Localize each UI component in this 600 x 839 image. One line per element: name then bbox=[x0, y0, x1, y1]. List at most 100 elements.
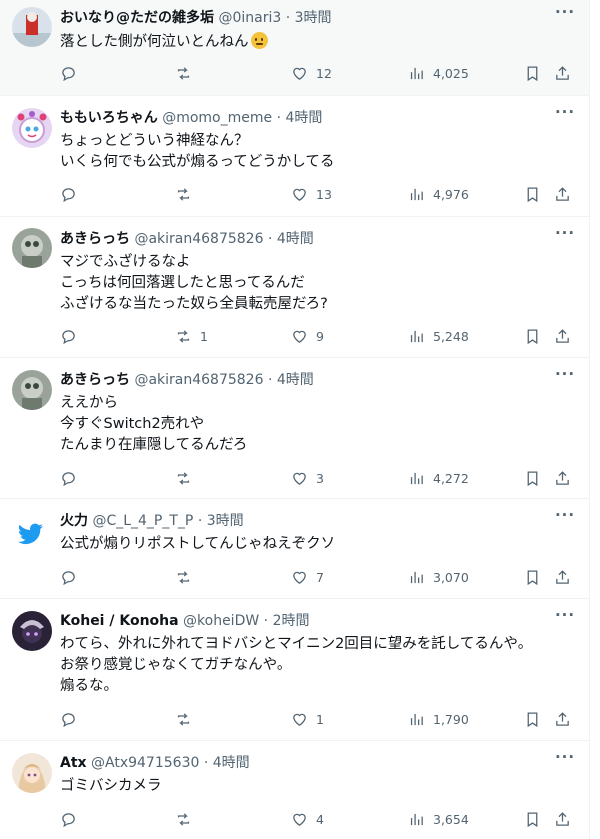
reply-button[interactable] bbox=[60, 63, 85, 83]
share-button[interactable] bbox=[554, 326, 579, 346]
display-name[interactable]: Atx bbox=[60, 755, 87, 771]
bookmark-button[interactable] bbox=[524, 63, 549, 83]
retweet-button[interactable] bbox=[175, 184, 200, 204]
reply-button[interactable] bbox=[60, 326, 85, 346]
tweet[interactable]: Atx @Atx94715630 · 4時間 ··· ゴミバシカメラ 4 3,6… bbox=[0, 741, 589, 839]
user-handle[interactable]: @Atx94715630 bbox=[91, 755, 199, 771]
user-handle[interactable]: @koheiDW bbox=[183, 613, 259, 629]
like-button[interactable]: 13 bbox=[291, 184, 332, 204]
tweet[interactable]: あきらっち @akiran46875826 · 4時間 ··· マジでふざけるな… bbox=[0, 217, 589, 358]
separator: · bbox=[276, 110, 282, 126]
views-button[interactable]: 4,025 bbox=[408, 63, 469, 83]
user-handle[interactable]: @C_L_4_P_T_P bbox=[92, 513, 193, 529]
avatar[interactable] bbox=[12, 228, 52, 268]
timestamp[interactable]: 4時間 bbox=[213, 755, 250, 771]
more-options-icon[interactable]: ··· bbox=[554, 367, 576, 388]
more-options-icon[interactable]: ··· bbox=[554, 608, 576, 629]
bookmark-icon bbox=[527, 470, 538, 486]
tweet[interactable]: Kohei / Konoha @koheiDW · 2時間 ··· わてら、外れ… bbox=[0, 599, 589, 741]
tweet-text: マジでふざけるなよ こっちは何回落選したと思ってるんだ ふざけるな当たった奴ら全… bbox=[60, 252, 328, 315]
like-button[interactable]: 9 bbox=[291, 326, 324, 346]
share-button[interactable] bbox=[554, 709, 579, 729]
tweet-header: おいなり@ただの雑多垢 @0inari3 · 3時間 bbox=[60, 8, 332, 28]
tweet-line: たんまり在庫隠してるんだろ bbox=[60, 437, 248, 453]
reply-button[interactable] bbox=[60, 709, 85, 729]
timestamp[interactable]: 2時間 bbox=[273, 613, 310, 629]
bookmark-button[interactable] bbox=[524, 468, 549, 488]
display-name[interactable]: あきらっち bbox=[60, 231, 130, 247]
retweet-icon bbox=[177, 187, 190, 201]
timestamp[interactable]: 3時間 bbox=[207, 513, 244, 529]
views-button[interactable]: 3,654 bbox=[408, 809, 469, 829]
heart-icon bbox=[293, 188, 306, 201]
avatar[interactable] bbox=[12, 108, 52, 148]
views-button[interactable]: 1,790 bbox=[408, 709, 469, 729]
bookmark-button[interactable] bbox=[524, 709, 549, 729]
tweet[interactable]: おいなり@ただの雑多垢 @0inari3 · 3時間 ··· 落とした側が何泣い… bbox=[0, 0, 589, 96]
retweet-button[interactable] bbox=[175, 809, 200, 829]
like-button[interactable]: 7 bbox=[291, 567, 324, 587]
timestamp[interactable]: 4時間 bbox=[277, 231, 314, 247]
more-options-icon[interactable]: ··· bbox=[554, 226, 576, 247]
user-handle[interactable]: @akiran46875826 bbox=[134, 372, 263, 388]
user-handle[interactable]: @akiran46875826 bbox=[134, 231, 263, 247]
bookmark-button[interactable] bbox=[524, 567, 549, 587]
reply-button[interactable] bbox=[60, 468, 85, 488]
more-options-icon[interactable]: ··· bbox=[554, 508, 576, 529]
share-button[interactable] bbox=[554, 184, 579, 204]
user-handle[interactable]: @0inari3 bbox=[218, 10, 281, 26]
display-name[interactable]: おいなり@ただの雑多垢 bbox=[60, 10, 214, 26]
views-button[interactable]: 5,248 bbox=[408, 326, 469, 346]
user-handle[interactable]: @momo_meme bbox=[162, 110, 272, 126]
share-button[interactable] bbox=[554, 468, 579, 488]
reply-button[interactable] bbox=[60, 809, 85, 829]
avatar[interactable] bbox=[12, 7, 52, 47]
tweet-line: マジでふざけるなよ bbox=[60, 254, 191, 270]
avatar[interactable] bbox=[12, 370, 52, 410]
views-button[interactable]: 4,976 bbox=[408, 184, 469, 204]
reply-button[interactable] bbox=[60, 567, 85, 587]
timestamp[interactable]: 4時間 bbox=[277, 372, 314, 388]
avatar[interactable] bbox=[12, 753, 52, 793]
views-button[interactable]: 3,070 bbox=[408, 567, 469, 587]
timestamp[interactable]: 4時間 bbox=[285, 110, 322, 126]
tweet[interactable]: ももいろちゃん @momo_meme · 4時間 ··· ちょっとどういう神経な… bbox=[0, 96, 589, 217]
avatar[interactable] bbox=[12, 513, 52, 553]
like-button[interactable]: 3 bbox=[291, 468, 324, 488]
retweet-button[interactable]: 1 bbox=[175, 326, 208, 346]
bookmark-button[interactable] bbox=[524, 326, 549, 346]
timestamp[interactable]: 3時間 bbox=[295, 10, 332, 26]
like-count: 7 bbox=[316, 569, 324, 585]
retweet-button[interactable] bbox=[175, 709, 200, 729]
display-name[interactable]: ももいろちゃん bbox=[60, 110, 158, 126]
display-name[interactable]: Kohei / Konoha bbox=[60, 613, 179, 629]
retweet-button[interactable] bbox=[175, 468, 200, 488]
separator: · bbox=[263, 613, 269, 629]
bookmark-button[interactable] bbox=[524, 809, 549, 829]
more-options-icon[interactable]: ··· bbox=[554, 750, 576, 771]
retweet-button[interactable] bbox=[175, 567, 200, 587]
tweet-text: 落とした側が何泣いとんねん bbox=[60, 32, 268, 53]
share-button[interactable] bbox=[554, 567, 579, 587]
more-options-icon[interactable]: ··· bbox=[554, 105, 576, 126]
tweet[interactable]: 火力 @C_L_4_P_T_P · 3時間 ··· 公式が煽りリポストしてんじゃ… bbox=[0, 499, 589, 599]
tweet[interactable]: あきらっち @akiran46875826 · 4時間 ··· ええから 今すぐ… bbox=[0, 358, 589, 499]
like-button[interactable]: 1 bbox=[291, 709, 324, 729]
like-button[interactable]: 12 bbox=[291, 63, 332, 83]
avatar[interactable] bbox=[12, 611, 52, 651]
display-name[interactable]: 火力 bbox=[60, 513, 88, 529]
views-button[interactable]: 4,272 bbox=[408, 468, 469, 488]
like-count: 4 bbox=[316, 811, 324, 827]
bookmark-icon bbox=[527, 328, 538, 344]
retweet-button[interactable] bbox=[175, 63, 200, 83]
like-button[interactable]: 4 bbox=[291, 809, 324, 829]
share-button[interactable] bbox=[554, 63, 579, 83]
bookmark-button[interactable] bbox=[524, 184, 549, 204]
separator: · bbox=[203, 755, 209, 771]
share-button[interactable] bbox=[554, 809, 579, 829]
reply-icon bbox=[62, 329, 75, 344]
more-options-icon[interactable]: ··· bbox=[554, 5, 576, 26]
view-count: 3,070 bbox=[433, 569, 469, 585]
display-name[interactable]: あきらっち bbox=[60, 372, 130, 388]
reply-button[interactable] bbox=[60, 184, 85, 204]
